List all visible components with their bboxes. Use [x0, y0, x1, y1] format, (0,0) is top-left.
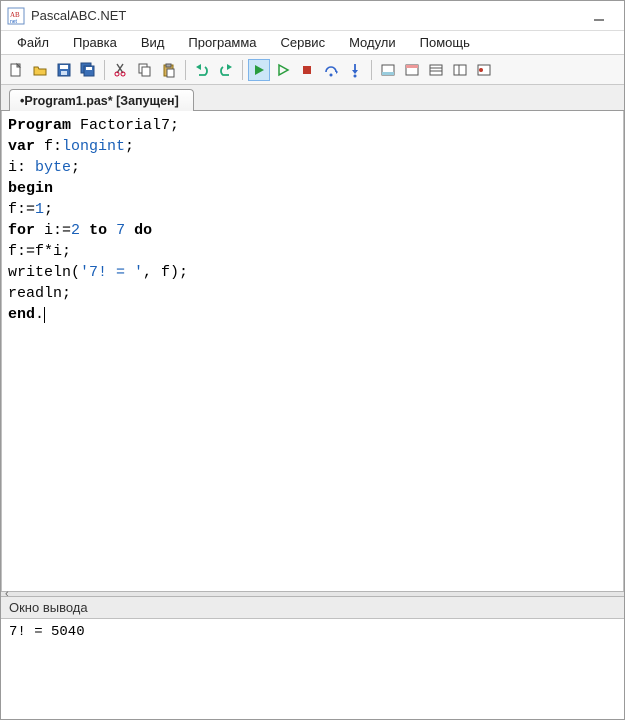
toolbar-separator — [371, 60, 372, 80]
copy-icon[interactable] — [134, 59, 156, 81]
cut-icon[interactable] — [110, 59, 132, 81]
save-icon[interactable] — [53, 59, 75, 81]
menu-bar: Файл Правка Вид Программа Сервис Модули … — [1, 31, 624, 55]
toggle-errors-icon[interactable] — [401, 59, 423, 81]
run-icon[interactable] — [248, 59, 270, 81]
minimize-button[interactable] — [580, 2, 618, 30]
tab-program1[interactable]: •Program1.pas* [Запущен] — [9, 89, 194, 111]
app-title: PascalABC.NET — [31, 8, 580, 23]
toggle-breakpoints-icon[interactable] — [473, 59, 495, 81]
step-into-icon[interactable] — [344, 59, 366, 81]
save-all-icon[interactable] — [77, 59, 99, 81]
menu-service[interactable]: Сервис — [269, 32, 338, 53]
menu-file[interactable]: Файл — [5, 32, 61, 53]
app-icon: AB net — [7, 7, 25, 25]
menu-program[interactable]: Программа — [176, 32, 268, 53]
toggle-output-icon[interactable] — [377, 59, 399, 81]
svg-text:AB: AB — [10, 11, 20, 19]
code-editor[interactable]: Program Factorial7; var f:longint; i: by… — [1, 111, 624, 591]
toolbar-separator — [242, 60, 243, 80]
tab-strip: •Program1.pas* [Запущен] — [1, 85, 624, 111]
toggle-locals-icon[interactable] — [449, 59, 471, 81]
menu-modules[interactable]: Модули — [337, 32, 408, 53]
paste-icon[interactable] — [158, 59, 180, 81]
toggle-watch-icon[interactable] — [425, 59, 447, 81]
title-bar: AB net PascalABC.NET — [1, 1, 624, 31]
stop-icon[interactable] — [296, 59, 318, 81]
output-panel-title: Окно вывода — [1, 597, 624, 619]
undo-icon[interactable] — [191, 59, 213, 81]
step-over-icon[interactable] — [320, 59, 342, 81]
toolbar-separator — [104, 60, 105, 80]
open-file-icon[interactable] — [29, 59, 51, 81]
new-file-icon[interactable] — [5, 59, 27, 81]
menu-help[interactable]: Помощь — [408, 32, 482, 53]
toolbar — [1, 55, 624, 85]
redo-icon[interactable] — [215, 59, 237, 81]
editor-area: Program Factorial7; var f:longint; i: by… — [1, 111, 624, 719]
run-noattach-icon[interactable] — [272, 59, 294, 81]
menu-edit[interactable]: Правка — [61, 32, 129, 53]
menu-view[interactable]: Вид — [129, 32, 177, 53]
toolbar-separator — [185, 60, 186, 80]
svg-text:net: net — [10, 19, 18, 25]
output-panel[interactable]: 7! = 5040 — [1, 619, 624, 719]
